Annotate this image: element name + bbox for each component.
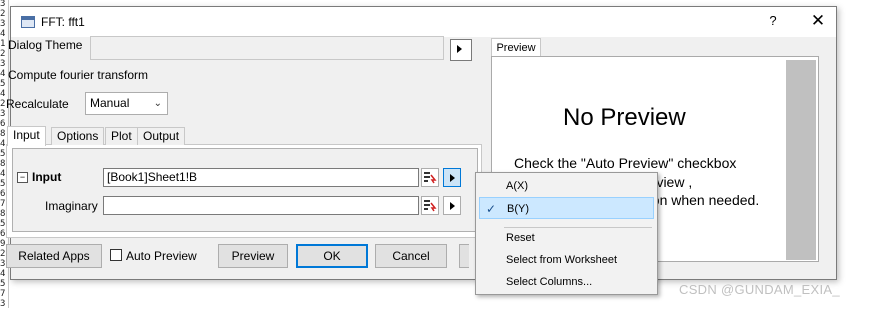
close-button[interactable]: ✕ [808, 12, 828, 32]
ok-button[interactable]: OK [296, 244, 368, 268]
column-context-menu: A(X) ✓ B(Y) Reset Select from Worksheet … [475, 172, 658, 295]
ruler-digit: 2 [0, 49, 6, 59]
ruler-digit: 7 [0, 289, 6, 299]
preview-button[interactable]: Preview [218, 244, 288, 268]
ruler-digit: 4 [0, 89, 6, 99]
title-bar[interactable]: FFT: fft1 ? ✕ [11, 7, 836, 37]
input-range-field[interactable]: [Book1]Sheet1!B [103, 168, 419, 187]
no-preview-title: No Preview [563, 104, 686, 131]
play-arrow-icon [450, 174, 455, 182]
ruler-digit: 5 [0, 219, 6, 229]
play-arrow-icon [450, 202, 455, 210]
cancel-button[interactable]: Cancel [375, 244, 447, 268]
menu-item-select-from-worksheet[interactable]: Select from Worksheet [476, 249, 657, 271]
ruler-digit: 8 [0, 209, 6, 219]
ruler-digit: 4 [0, 139, 6, 149]
ruler-digit: 4 [0, 169, 6, 179]
ruler-digit: 6 [0, 229, 6, 239]
ruler-digit: 2 [0, 249, 6, 259]
tab-output[interactable]: Output [137, 127, 186, 145]
ruler-digit: 3 [0, 109, 6, 119]
imaginary-label: Imaginary [45, 199, 98, 213]
related-apps-button[interactable]: Related Apps [6, 244, 102, 268]
ruler-digit: 2 [0, 99, 6, 109]
recalculate-value: Manual [90, 96, 130, 110]
ruler-digit: 5 [0, 79, 6, 89]
select-range-icon[interactable] [421, 168, 439, 187]
dialog-theme-label: Dialog Theme [8, 38, 83, 52]
ruler-digit: 4 [0, 69, 6, 79]
select-range-icon[interactable] [421, 196, 439, 215]
ruler-digit: 5 [0, 149, 6, 159]
ruler-digit: 6 [0, 189, 6, 199]
ruler-digit: 3 [0, 0, 6, 9]
ruler-digit: 7 [0, 199, 6, 209]
ruler-digit: 9 [0, 239, 6, 249]
recalculate-label: Recalculate [6, 97, 69, 111]
ruler-digit: 1 [0, 39, 6, 49]
help-button[interactable]: ? [765, 13, 781, 31]
ruler-digit: 8 [0, 159, 6, 169]
tab-options[interactable]: Options [51, 127, 105, 145]
imaginary-menu-button[interactable] [443, 196, 461, 215]
input-menu-button[interactable] [443, 168, 461, 187]
dialog-title: FFT: fft1 [41, 15, 85, 29]
ruler-digit: 3 [0, 259, 6, 269]
collapse-icon[interactable]: − [17, 172, 28, 183]
chevron-down-icon: ⌄ [153, 98, 162, 109]
preview-scrollbar[interactable] [786, 60, 816, 260]
play-arrow-icon [457, 45, 462, 53]
ruler-digit: 5 [0, 179, 6, 189]
dialog-theme-field[interactable] [90, 36, 444, 60]
tab-plot[interactable]: Plot [105, 127, 138, 145]
ruler-digit: 4 [0, 29, 6, 39]
ruler-digit: 4 [0, 269, 6, 279]
input-label: Input [32, 170, 62, 184]
tab-input[interactable]: Input [7, 126, 46, 146]
imaginary-range-field[interactable] [103, 196, 419, 215]
ruler-digit: 3 [0, 59, 6, 69]
preview-hint-line1: Check the "Auto Preview" checkbox [514, 155, 737, 171]
ruler-digit: 8 [0, 129, 6, 139]
auto-preview-label[interactable]: Auto Preview [126, 249, 197, 263]
obscured-button[interactable] [459, 244, 469, 268]
window-icon [21, 16, 35, 28]
ruler-digit: 5 [0, 279, 6, 289]
ruler-digit: 2 [0, 9, 6, 19]
menu-item-b-y[interactable]: ✓ B(Y) [479, 197, 654, 219]
menu-item-select-columns[interactable]: Select Columns... [476, 271, 657, 293]
ruler-digit: 3 [0, 19, 6, 29]
check-icon: ✓ [486, 202, 497, 216]
theme-menu-button[interactable] [450, 39, 472, 61]
input-group-box [12, 148, 478, 232]
auto-preview-checkbox[interactable] [110, 249, 122, 261]
watermark: CSDN @GUNDAM_EXIA_ [679, 282, 840, 297]
preview-hint-line3: tton when needed. [644, 192, 760, 208]
tab-preview[interactable]: Preview [491, 38, 541, 57]
menu-item-a-x[interactable]: A(X) [476, 175, 657, 197]
dialog-description: Compute fourier transform [8, 68, 149, 82]
ruler-digit: 6 [0, 119, 6, 129]
recalculate-select[interactable]: Manual ⌄ [85, 92, 168, 115]
menu-item-reset[interactable]: Reset [476, 227, 657, 249]
